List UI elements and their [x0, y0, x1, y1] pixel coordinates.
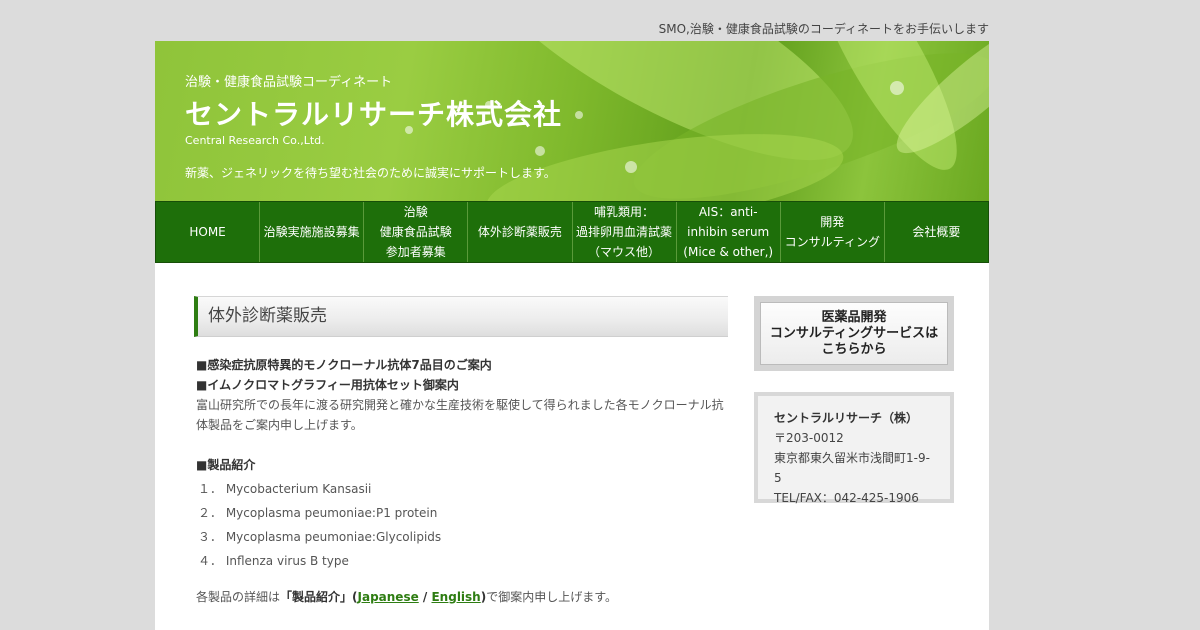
site-tagline: SMO,治験・健康食品試験のコーディネートをお手伝いします: [658, 22, 989, 36]
header-message: 新薬、ジェネリックを待ち望む社会のために誠実にサポートします。: [185, 166, 556, 180]
detail-strong: 「製品紹介」: [280, 590, 353, 604]
section-title: 体外診断薬販売: [194, 296, 728, 337]
nav-item-consulting[interactable]: 開発 コンサルティング: [781, 202, 885, 262]
company-tel: TEL/FAX：042-425-1906: [774, 491, 919, 505]
water-drop: [890, 81, 904, 95]
article-body: ■感染症抗原特異的モノクローナル抗体7品目のご案内 ■イムノクロマトグラフィー用…: [196, 355, 728, 607]
detail-suffix: で御案内申し上げます。: [486, 590, 618, 604]
list-item: １． Mycobacterium Kansasii: [198, 482, 372, 496]
nav-item-facility-recruitment[interactable]: 治験実施施設募集: [260, 202, 365, 262]
product-list: １． Mycobacterium Kansasii ２． Mycoplasma …: [196, 477, 728, 573]
company-info-name: セントラルリサーチ（株）: [774, 411, 919, 425]
list-item: ３． Mycoplasma peumoniae:Glycolipids: [198, 530, 442, 544]
intro-paragraph: 富山研究所での長年に渡る研究開発と確かな生産技術を駆使して得られました各モノクロ…: [196, 398, 724, 432]
header-subtitle: 治験・健康食品試験コーディネート: [185, 75, 393, 90]
japanese-link[interactable]: Japanese: [358, 590, 419, 604]
nav-item-ais[interactable]: AIS：anti- inhibin serum (Mice & other,): [677, 202, 781, 262]
detail-prefix: 各製品の詳細は: [196, 590, 281, 604]
list-item: ２． Mycoplasma peumoniae:P1 protein: [198, 506, 438, 520]
products-heading: ■製品紹介: [196, 458, 256, 472]
consulting-banner[interactable]: 医薬品開発 コンサルティングサービスは こちらから: [754, 296, 954, 371]
water-drop: [535, 146, 545, 156]
nav-item-home[interactable]: HOME: [156, 202, 261, 262]
detail-sep: /: [418, 590, 432, 604]
company-postal-code: 〒203-0012: [774, 431, 844, 445]
heading-antibodies: ■感染症抗原特異的モノクローナル抗体7品目のご案内: [196, 358, 492, 372]
main-content: 体外診断薬販売 ■感染症抗原特異的モノクローナル抗体7品目のご案内 ■イムノクロ…: [155, 263, 989, 630]
main-nav: HOME 治験実施施設募集 治験 健康食品試験 参加者募集 体外診断薬販売 哺乳…: [155, 201, 989, 263]
water-drop: [575, 111, 583, 119]
water-drop: [625, 161, 637, 173]
detail-line: 各製品の詳細は「製品紹介」(Japanese / English)で御案内申し上…: [196, 587, 728, 607]
heading-immunochromatography: ■イムノクロマトグラフィー用抗体セット御案内: [196, 378, 459, 392]
list-item: ４． Inflenza virus B type: [198, 554, 349, 568]
nav-item-superovulation-serum[interactable]: 哺乳類用： 過排卵用血清試薬 （マウス他）: [573, 202, 677, 262]
nav-item-company[interactable]: 会社概要: [885, 202, 988, 262]
company-info-box: セントラルリサーチ（株） 〒203-0012 東京都東久留米市浅間町1-9-5 …: [754, 392, 954, 505]
company-english-name: Central Research Co.,Ltd.: [185, 134, 325, 147]
company-address: 東京都東久留米市浅間町1-9-5: [774, 451, 930, 485]
nav-item-diagnostics-sales[interactable]: 体外診断薬販売: [468, 202, 573, 262]
consulting-banner-label[interactable]: 医薬品開発 コンサルティングサービスは こちらから: [760, 302, 948, 365]
nav-item-participant-recruitment[interactable]: 治験 健康食品試験 参加者募集: [364, 202, 469, 262]
english-link[interactable]: English: [431, 590, 480, 604]
company-title[interactable]: セントラルリサーチ株式会社: [185, 93, 562, 133]
site-header: 治験・健康食品試験コーディネート セントラルリサーチ株式会社 Central R…: [155, 41, 989, 201]
